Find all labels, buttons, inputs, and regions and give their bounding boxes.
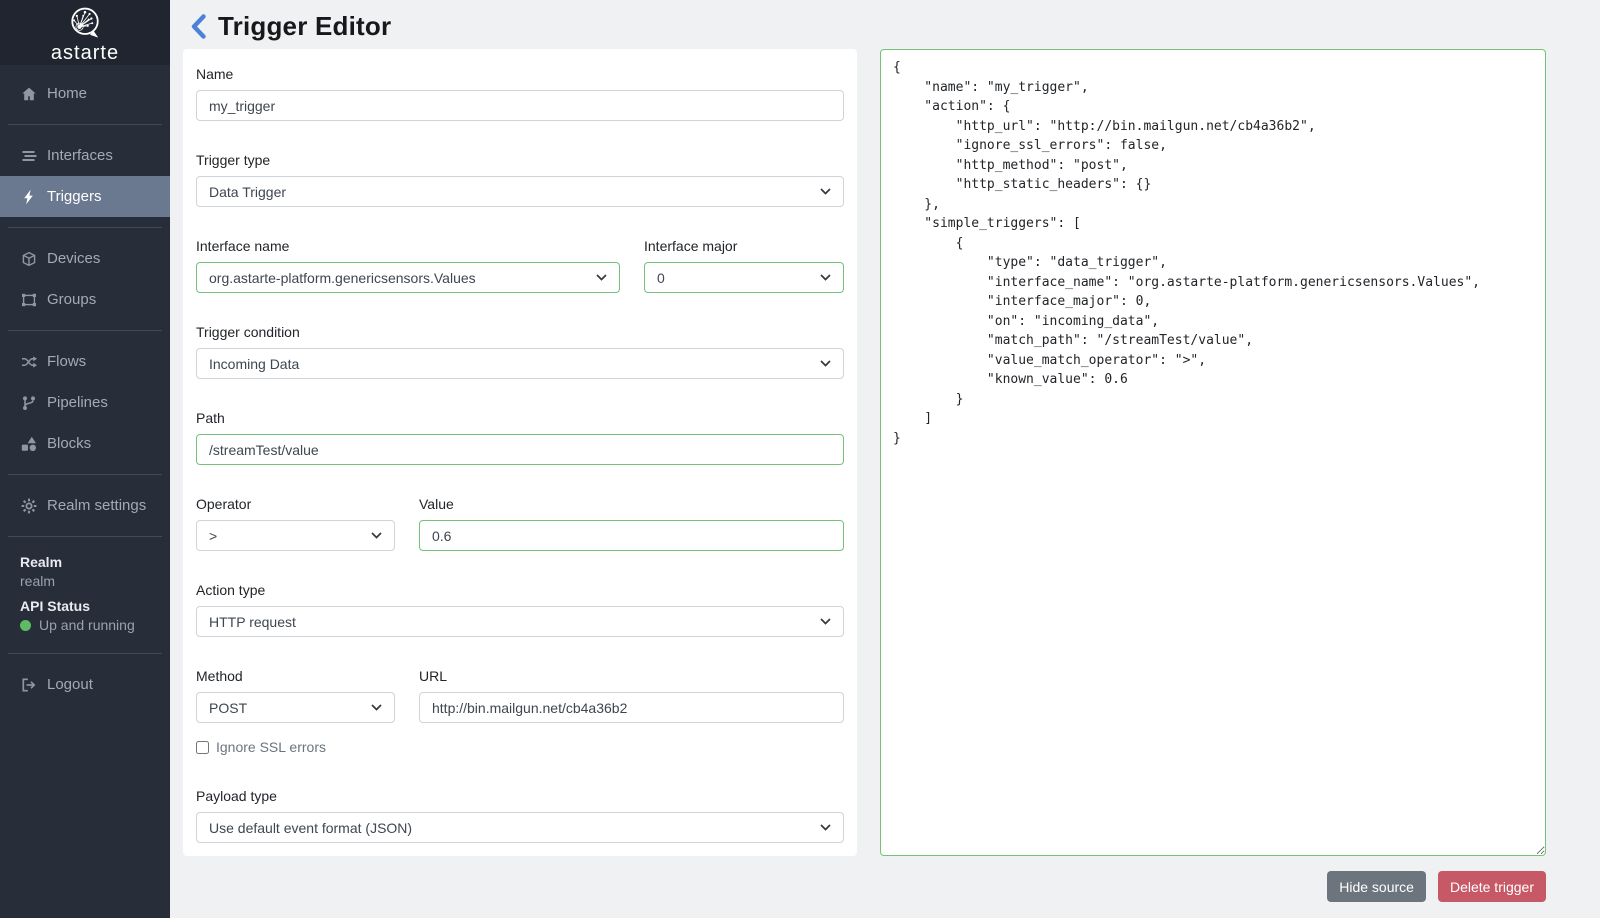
- sidebar-item-blocks[interactable]: Blocks: [0, 423, 170, 464]
- main-content: Trigger Editor Name Trigger type Data Tr…: [170, 0, 1600, 918]
- interface-major-label: Interface major: [644, 238, 844, 254]
- operator-label: Operator: [196, 496, 395, 512]
- trigger-source-textarea[interactable]: [880, 49, 1546, 856]
- realm-value: realm: [20, 572, 150, 591]
- payload-type-label: Payload type: [196, 788, 844, 804]
- sidebar-item-triggers[interactable]: Triggers: [0, 176, 170, 217]
- api-status-value: Up and running: [39, 616, 135, 635]
- sidebar-item-interfaces[interactable]: Interfaces: [0, 135, 170, 176]
- astarte-logo: astarte: [0, 0, 170, 65]
- bolt-icon: [20, 188, 37, 205]
- sidebar-item-label: Flows: [47, 353, 86, 370]
- page-title: Trigger Editor: [218, 11, 391, 42]
- trigger-form-card: Name Trigger type Data Trigger Interface…: [183, 49, 857, 856]
- code-branch-icon: [20, 394, 37, 411]
- realm-label: Realm: [20, 553, 150, 572]
- payload-type-value: Use default event format (JSON): [209, 820, 412, 836]
- sidebar-item-label: Blocks: [47, 435, 91, 452]
- sidebar-item-devices[interactable]: Devices: [0, 238, 170, 279]
- name-input[interactable]: [196, 90, 844, 121]
- sidebar-nav: Home Interfaces Triggers Devices G: [0, 65, 170, 547]
- trigger-type-label: Trigger type: [196, 152, 844, 168]
- sidebar-item-label: Devices: [47, 250, 100, 267]
- trigger-type-select[interactable]: Data Trigger: [196, 176, 844, 207]
- sidebar: astarte Home Interfaces Triggers: [0, 0, 170, 918]
- url-label: URL: [419, 668, 844, 684]
- action-type-label: Action type: [196, 582, 844, 598]
- sidebar-divider: [8, 474, 162, 475]
- action-type-value: HTTP request: [209, 614, 296, 630]
- chevron-down-icon: [371, 532, 382, 539]
- source-panel: Hide source Delete trigger: [880, 49, 1546, 902]
- trigger-type-value: Data Trigger: [209, 184, 286, 200]
- chevron-down-icon: [820, 360, 831, 367]
- trigger-condition-select[interactable]: Incoming Data: [196, 348, 844, 379]
- chevron-left-icon[interactable]: [189, 13, 208, 40]
- method-value: POST: [209, 700, 247, 716]
- page-header: Trigger Editor: [183, 0, 1600, 49]
- sidebar-item-home[interactable]: Home: [0, 73, 170, 114]
- operator-select[interactable]: >: [196, 520, 395, 551]
- hide-source-button[interactable]: Hide source: [1327, 871, 1426, 902]
- value-input[interactable]: [419, 520, 844, 551]
- interface-major-select[interactable]: 0: [644, 262, 844, 293]
- chevron-down-icon: [820, 824, 831, 831]
- action-type-select[interactable]: HTTP request: [196, 606, 844, 637]
- cube-icon: [20, 250, 37, 267]
- api-status-label: API Status: [20, 597, 150, 616]
- chevron-down-icon: [820, 188, 831, 195]
- sidebar-item-label: Realm settings: [47, 497, 146, 514]
- chevron-down-icon: [371, 704, 382, 711]
- ignore-ssl-label: Ignore SSL errors: [216, 739, 326, 755]
- sidebar-divider: [8, 227, 162, 228]
- payload-type-select[interactable]: Use default event format (JSON): [196, 812, 844, 843]
- sidebar-divider: [8, 536, 162, 537]
- sidebar-item-label: Pipelines: [47, 394, 108, 411]
- interface-major-value: 0: [657, 270, 665, 286]
- status-dot: [20, 620, 31, 631]
- method-label: Method: [196, 668, 395, 684]
- realm-info: Realm realm API Status Up and running: [0, 547, 170, 643]
- value-label: Value: [419, 496, 844, 512]
- sidebar-item-label: Triggers: [47, 188, 101, 205]
- trigger-condition-value: Incoming Data: [209, 356, 299, 372]
- path-label: Path: [196, 410, 844, 426]
- trigger-condition-label: Trigger condition: [196, 324, 844, 340]
- operator-value: >: [209, 528, 217, 544]
- delete-trigger-button[interactable]: Delete trigger: [1438, 871, 1546, 902]
- sidebar-item-pipelines[interactable]: Pipelines: [0, 382, 170, 423]
- object-group-icon: [20, 291, 37, 308]
- sidebar-item-label: Home: [47, 85, 87, 102]
- shapes-icon: [20, 435, 37, 452]
- method-select[interactable]: POST: [196, 692, 395, 723]
- name-label: Name: [196, 66, 844, 82]
- sidebar-divider: [8, 653, 162, 654]
- sidebar-item-logout[interactable]: Logout: [0, 664, 170, 705]
- sidebar-item-groups[interactable]: Groups: [0, 279, 170, 320]
- logout-icon: [20, 676, 37, 693]
- chevron-down-icon: [820, 618, 831, 625]
- chevron-down-icon: [596, 274, 607, 281]
- sidebar-item-label: Logout: [47, 676, 93, 693]
- sidebar-item-label: Groups: [47, 291, 96, 308]
- sidebar-divider: [8, 124, 162, 125]
- home-icon: [20, 85, 37, 102]
- sidebar-divider: [8, 330, 162, 331]
- interface-name-value: org.astarte-platform.genericsensors.Valu…: [209, 270, 476, 286]
- interface-name-label: Interface name: [196, 238, 620, 254]
- ignore-ssl-checkbox[interactable]: [196, 741, 209, 754]
- interface-name-select[interactable]: org.astarte-platform.genericsensors.Valu…: [196, 262, 620, 293]
- shuffle-icon: [20, 353, 37, 370]
- footer-buttons: Hide source Delete trigger: [880, 871, 1546, 902]
- chevron-down-icon: [820, 274, 831, 281]
- sidebar-item-realm-settings[interactable]: Realm settings: [0, 485, 170, 526]
- brand-wordmark: astarte: [51, 42, 119, 65]
- url-input[interactable]: [419, 692, 844, 723]
- sidebar-item-flows[interactable]: Flows: [0, 341, 170, 382]
- gear-icon: [20, 497, 37, 514]
- astarte-logo-icon: [63, 4, 107, 44]
- interfaces-icon: [20, 147, 37, 164]
- path-input[interactable]: [196, 434, 844, 465]
- sidebar-item-label: Interfaces: [47, 147, 113, 164]
